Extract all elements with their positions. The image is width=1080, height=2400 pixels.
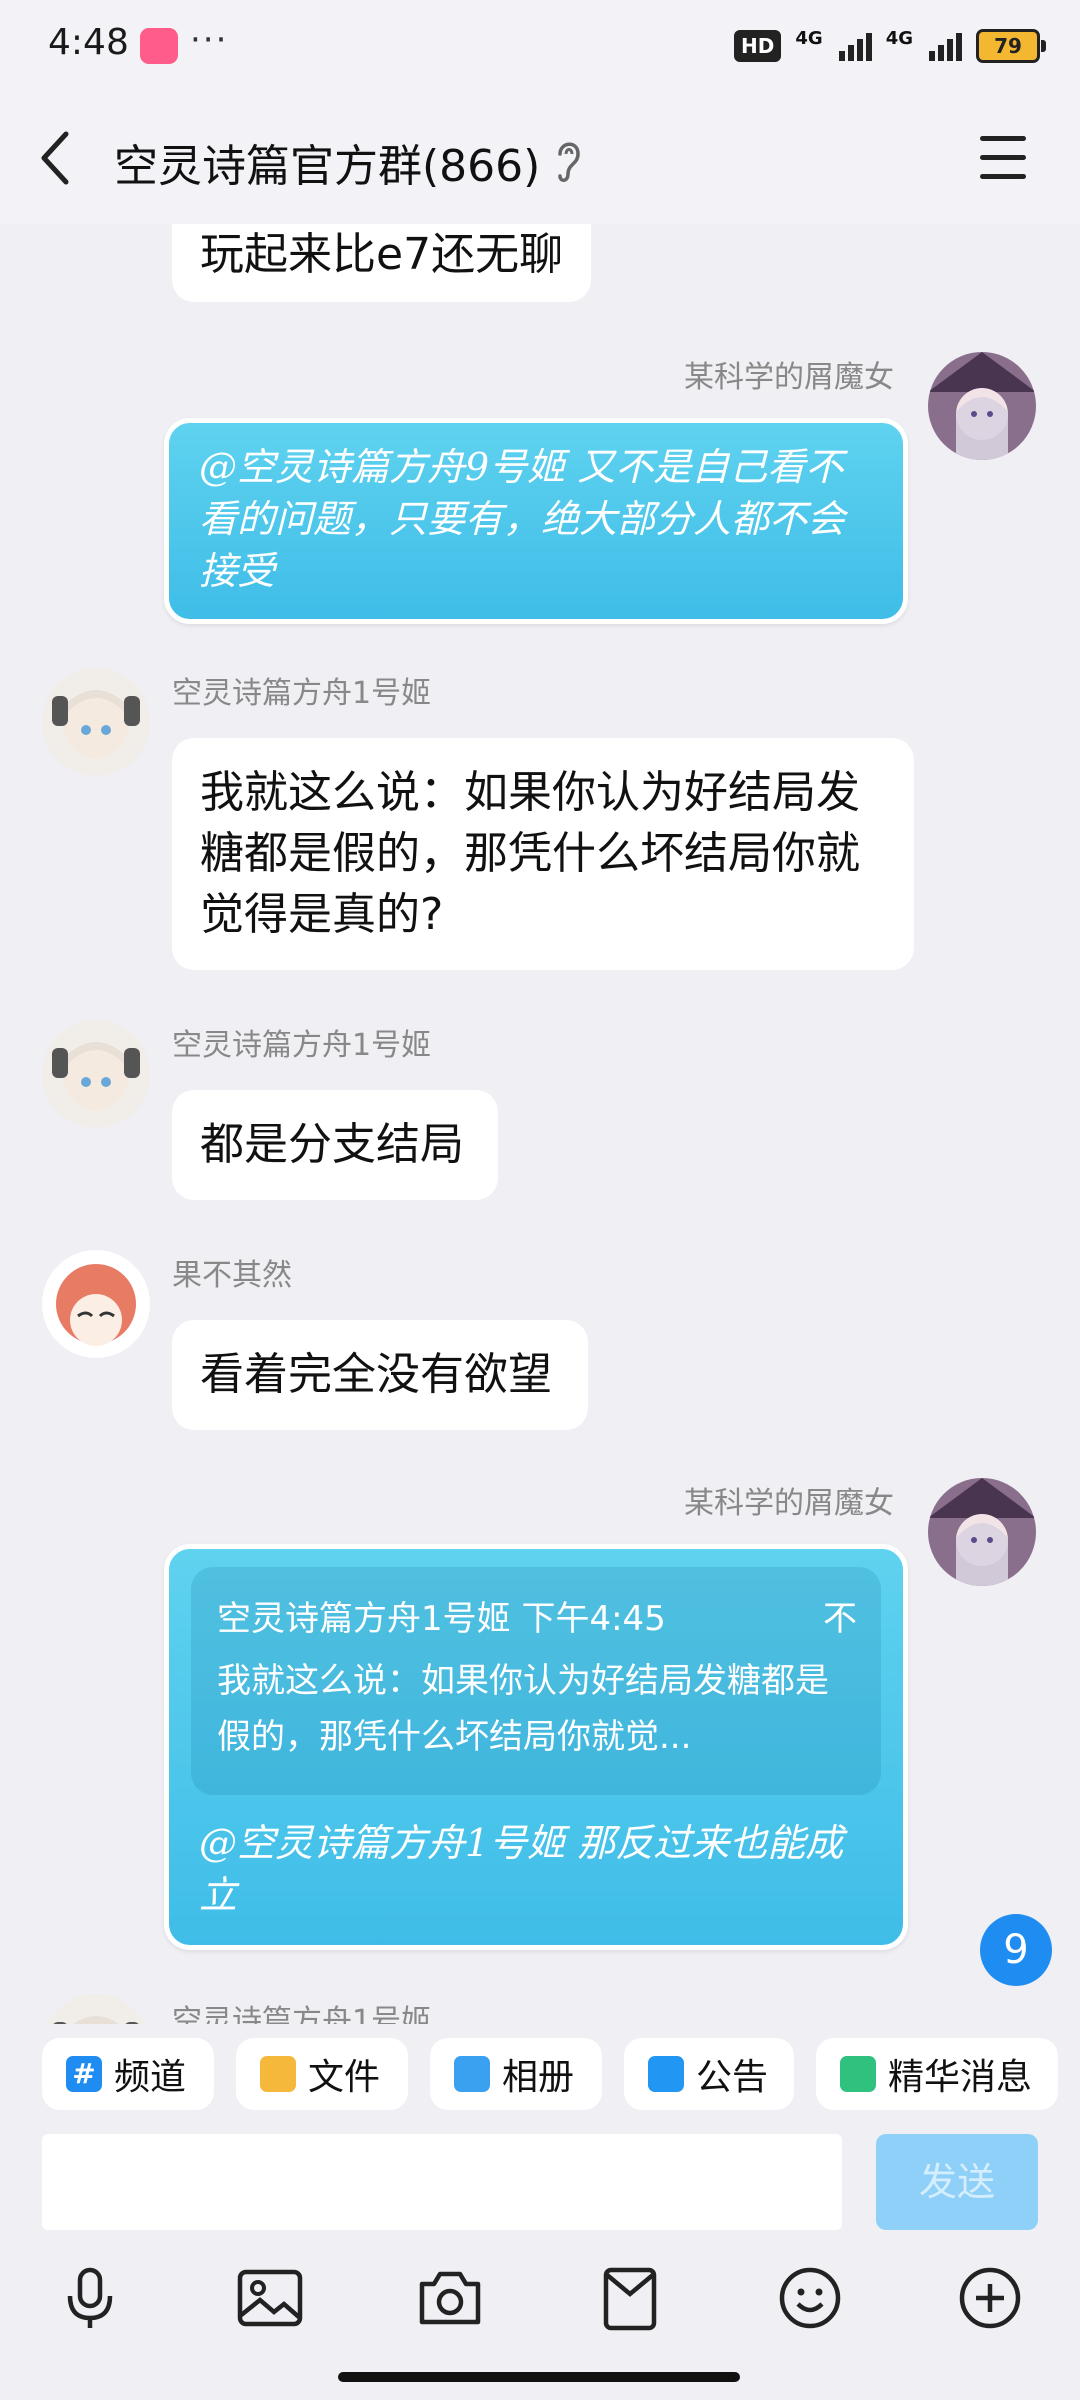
send-button[interactable]: 发送 bbox=[876, 2134, 1038, 2230]
red-packet-icon[interactable] bbox=[596, 2264, 664, 2332]
message-list[interactable]: 玩起来比e7还无聊 某科学的屑魔女 @空灵诗篇方舟9号姬 又不是自己看不看的问题… bbox=[0, 224, 1080, 2024]
image-icon[interactable] bbox=[236, 2264, 304, 2332]
hd-voice-icon: HD bbox=[734, 30, 782, 62]
status-more-dots: ··· bbox=[190, 20, 229, 60]
unread-count-badge[interactable]: 9 bbox=[980, 1914, 1052, 1986]
ear-icon[interactable] bbox=[552, 136, 584, 184]
avatar[interactable] bbox=[42, 1994, 150, 2024]
status-indicators: HD 4G 4G 79 bbox=[734, 28, 1046, 64]
message-text: 玩起来比e7还无聊 bbox=[200, 229, 564, 280]
shortcut-announcement[interactable]: 公告 bbox=[624, 2038, 794, 2110]
back-arrow-icon[interactable] bbox=[36, 128, 76, 188]
status-bar: 4:48 ··· HD 4G 4G 79 bbox=[0, 0, 1080, 92]
menu-icon[interactable] bbox=[980, 136, 1028, 180]
status-time: 4:48 bbox=[48, 22, 129, 63]
message-bubble[interactable]: 玩起来比e7还无聊 bbox=[172, 224, 592, 302]
quote-close[interactable]: 不 bbox=[823, 1591, 857, 1640]
folder-icon bbox=[260, 2056, 296, 2092]
sender-name: 某科学的屑魔女 bbox=[684, 360, 894, 395]
hashtag-icon: # bbox=[66, 2056, 102, 2092]
shortcut-essence[interactable]: 精华消息 bbox=[816, 2038, 1058, 2110]
avatar[interactable] bbox=[42, 668, 150, 776]
album-icon bbox=[454, 2056, 490, 2092]
shortcut-label: 相册 bbox=[502, 2057, 575, 2098]
battery-icon: 79 bbox=[976, 29, 1046, 63]
message-bubble-self[interactable]: @空灵诗篇方舟9号姬 又不是自己看不看的问题，只要有，绝大部分人都不会接受 bbox=[164, 418, 908, 624]
shortcut-label: 文件 bbox=[308, 2057, 381, 2098]
message-bubble[interactable]: 我就这么说：如果你认为好结局发糖都是假的，那凭什么坏结局你就觉得是真的? bbox=[172, 738, 914, 970]
essence-message-icon bbox=[840, 2056, 876, 2092]
shortcut-label: 精华消息 bbox=[888, 2057, 1033, 2098]
quote-header: 空灵诗篇方舟1号姬 下午4:45 bbox=[217, 1599, 666, 1639]
message-text: 我就这么说：如果你认为好结局发糖都是假的，那凭什么坏结局你就觉得是真的? bbox=[200, 767, 860, 940]
avatar[interactable] bbox=[928, 1478, 1036, 1586]
shortcut-bar: # 频道 文件 相册 公告 精华消息 bbox=[0, 2024, 1080, 2134]
emoji-icon[interactable] bbox=[776, 2264, 844, 2332]
message-input[interactable] bbox=[42, 2134, 842, 2230]
sender-name: 空灵诗篇方舟1号姬 bbox=[172, 676, 432, 711]
shortcut-channel[interactable]: # 频道 bbox=[42, 2038, 214, 2110]
shortcut-album[interactable]: 相册 bbox=[430, 2038, 602, 2110]
sender-name: 某科学的屑魔女 bbox=[684, 1486, 894, 1521]
message-text: 看着完全没有欲望 bbox=[200, 1349, 552, 1400]
camera-icon[interactable] bbox=[416, 2264, 484, 2332]
group-title[interactable]: 空灵诗篇官方群(866) bbox=[114, 130, 540, 194]
sender-name: 果不其然 bbox=[172, 1258, 292, 1293]
shortcut-label: 公告 bbox=[696, 2057, 769, 2098]
message-text: @空灵诗篇方舟1号姬 那反过来也能成立 bbox=[199, 1821, 844, 1917]
network-type-1: 4G bbox=[795, 28, 823, 49]
avatar[interactable] bbox=[42, 1250, 150, 1358]
input-bar: 发送 bbox=[0, 2134, 1080, 2400]
avatar[interactable] bbox=[928, 352, 1036, 460]
bilibili-app-icon bbox=[140, 28, 178, 64]
message-bubble[interactable]: 都是分支结局 bbox=[172, 1090, 498, 1200]
avatar[interactable] bbox=[42, 1020, 150, 1128]
message-text: @空灵诗篇方舟9号姬 又不是自己看不看的问题，只要有，绝大部分人都不会接受 bbox=[199, 445, 846, 593]
message-bubble-self[interactable]: 空灵诗篇方舟1号姬 下午4:45 不 我就这么说：如果你认为好结局发糖都是假的，… bbox=[164, 1544, 908, 1950]
message-bubble[interactable]: 看着完全没有欲望 bbox=[172, 1320, 588, 1430]
plus-icon[interactable] bbox=[956, 2264, 1024, 2332]
message-text: 都是分支结局 bbox=[200, 1119, 464, 1170]
signal-icon bbox=[838, 31, 872, 61]
network-type-2: 4G bbox=[885, 28, 913, 49]
announcement-icon bbox=[648, 2056, 684, 2092]
home-indicator[interactable] bbox=[338, 2372, 740, 2382]
shortcut-files[interactable]: 文件 bbox=[236, 2038, 408, 2110]
chat-header: 空灵诗篇官方群(866) bbox=[0, 92, 1080, 224]
signal-icon-2 bbox=[929, 31, 962, 61]
quoted-message[interactable]: 空灵诗篇方舟1号姬 下午4:45 不 我就这么说：如果你认为好结局发糖都是假的，… bbox=[191, 1567, 881, 1795]
microphone-icon[interactable] bbox=[56, 2264, 124, 2332]
shortcut-label: 频道 bbox=[114, 2057, 187, 2098]
quote-text: 我就这么说：如果你认为好结局发糖都是假的，那凭什么坏结局你就觉... bbox=[217, 1661, 829, 1757]
sender-name: 空灵诗篇方舟1号姬 bbox=[172, 2004, 432, 2024]
sender-name: 空灵诗篇方舟1号姬 bbox=[172, 1028, 432, 1063]
